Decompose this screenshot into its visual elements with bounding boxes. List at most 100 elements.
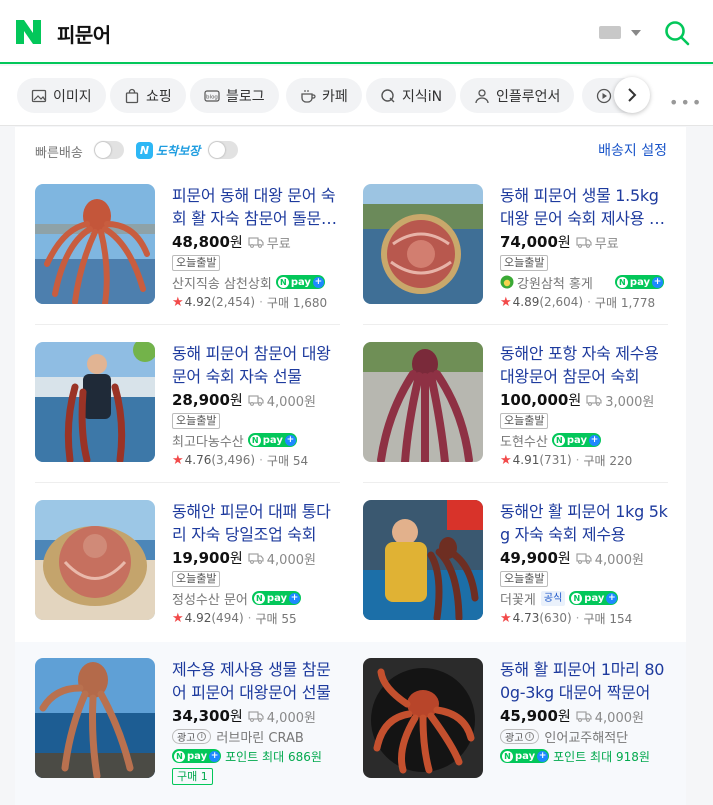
seller-name[interactable]: 도현수산	[500, 431, 548, 450]
seller-name[interactable]: 러브마린 CRAB	[216, 727, 303, 746]
tab-image[interactable]: 이미지	[17, 78, 106, 113]
naver-logo-icon[interactable]	[16, 20, 41, 44]
review-count[interactable]: (2,604)	[539, 295, 583, 309]
seller-name[interactable]: 더꽃게	[500, 589, 536, 608]
divider	[35, 482, 340, 483]
dot-separator: ·	[575, 453, 580, 467]
purchase-count: 구매 220	[583, 453, 633, 468]
purchase-badge: 구매 1	[172, 768, 213, 785]
product-title[interactable]: 제수용 제사용 생물 참문어 피문어 대왕문어 선물	[172, 658, 342, 704]
review-count[interactable]: (3,496)	[211, 453, 255, 467]
kin-q-icon	[381, 88, 395, 102]
product-title[interactable]: 동해안 포항 자숙 제수용 대왕문어 참문어 숙회	[500, 342, 670, 388]
npay-badge: Npay +	[551, 433, 601, 447]
product-card[interactable]: 동해 피문어 생물 1.5kg 대왕 문어 숙회 제사용 선물세트 74,000…	[343, 184, 665, 324]
product-info: 동해안 활 피문어 1kg 5kg 자숙 숙회 제수용 49,900 원 4,00…	[500, 500, 670, 627]
product-image[interactable]	[363, 184, 483, 304]
purchase-count: 구매 54	[266, 453, 309, 468]
product-image[interactable]	[35, 500, 155, 620]
seller-name[interactable]: 산지직송 삼천상회	[172, 273, 272, 292]
seller-row: 산지직송 삼천상회 Npay +	[172, 273, 342, 292]
tab-shopping[interactable]: 쇼핑	[110, 78, 186, 113]
review-count[interactable]: (630)	[539, 611, 571, 625]
chevron-down-icon[interactable]	[631, 30, 641, 36]
truck-icon	[248, 553, 264, 564]
product-image[interactable]	[35, 342, 155, 462]
play-icon	[596, 88, 612, 103]
product-info: 동해 피문어 참문어 대왕 문어 숙회 자숙 선물 28,900 원 4,000원…	[172, 342, 342, 469]
search-icon[interactable]	[664, 20, 690, 46]
search-query[interactable]: 피문어	[57, 19, 111, 48]
seller-name[interactable]: 최고다농수산	[172, 431, 244, 450]
tab-kin[interactable]: 지식iN	[366, 78, 457, 113]
star-icon: ★	[500, 610, 512, 626]
product-card[interactable]: 동해안 피문어 대패 통다리 자숙 당일조업 숙회 19,900 원 4,000원…	[15, 500, 331, 640]
npay-label: pay	[187, 750, 208, 762]
price-row: 19,900 원 4,000원	[172, 549, 342, 568]
ad-product-card[interactable]: 동해 활 피문어 1마리 800g-3kg 대문어 짝문어 45,900 원 4,…	[343, 658, 664, 798]
product-title[interactable]: 동해 피문어 참문어 대왕 문어 숙회 자숙 선물	[172, 342, 342, 388]
npay-n: N	[502, 750, 513, 762]
person-icon	[475, 88, 489, 103]
more-icon[interactable]: •••	[669, 93, 703, 112]
review-count[interactable]: (2,454)	[211, 295, 255, 309]
product-title[interactable]: 동해안 피문어 대패 통다리 자숙 당일조업 숙회	[172, 500, 342, 546]
rating: 4.91	[512, 453, 540, 467]
npay-n: N	[571, 592, 583, 604]
store-apple-icon	[500, 275, 514, 289]
product-title[interactable]: 동해 활 피문어 1마리 800g-3kg 대문어 짝문어	[500, 658, 670, 704]
official-badge: 공식	[540, 590, 566, 606]
price-unit: 원	[557, 551, 571, 567]
product-title[interactable]: 동해안 활 피문어 1kg 5kg 자숙 숙회 제수용	[500, 500, 670, 546]
arrival-guarantee-text: 도착보장	[156, 143, 201, 158]
review-count[interactable]: (731)	[539, 453, 571, 467]
octopus-photo-icon	[35, 658, 155, 778]
npay-label: pay	[515, 750, 536, 762]
npay-plus: +	[606, 592, 618, 604]
review-count[interactable]: (494)	[211, 611, 243, 625]
product-image[interactable]	[363, 658, 483, 778]
seller-name[interactable]: 정성수산 문어	[172, 589, 248, 608]
shopping-bag-icon	[125, 88, 139, 103]
info-icon: i	[525, 731, 535, 741]
seller-name[interactable]: 강원삼척 홍게	[517, 273, 593, 292]
search-header: 피문어	[0, 0, 713, 64]
product-card[interactable]: 동해 피문어 참문어 대왕 문어 숙회 자숙 선물 28,900 원 4,000원…	[15, 342, 331, 482]
product-image[interactable]	[35, 184, 155, 304]
tab-cafe[interactable]: 카페	[286, 78, 362, 113]
product-card[interactable]: 피문어 동해 대왕 문어 숙회 활 자숙 참문어 돌문어 자연산 통발 수산물 …	[15, 184, 336, 324]
seller-name[interactable]: 인어교주해적단	[544, 727, 628, 746]
product-image[interactable]	[35, 658, 155, 778]
price-unit: 원	[229, 551, 243, 567]
ad-badge[interactable]: 광고 i	[172, 728, 212, 744]
tab-blog[interactable]: blog 블로그	[190, 78, 279, 113]
tab-influencer[interactable]: 인플루언서	[460, 78, 575, 113]
ad-product-card[interactable]: 제수용 제사용 생물 참문어 피문어 대왕문어 선물 34,300 원 4,000…	[15, 658, 331, 798]
price: 28,900	[172, 391, 230, 409]
product-title[interactable]: 동해 피문어 생물 1.5kg 대왕 문어 숙회 제사용 선물세트	[500, 184, 670, 230]
dot-separator: ·	[575, 611, 580, 625]
product-image[interactable]	[363, 342, 483, 462]
today-ship-badge: 오늘출발	[172, 413, 221, 429]
ad-badge[interactable]: 광고 i	[500, 728, 540, 744]
seller-row: 최고다농수산 Npay +	[172, 431, 342, 450]
price: 19,900	[172, 549, 230, 567]
product-card[interactable]: 동해안 활 피문어 1kg 5kg 자숙 숙회 제수용 49,900 원 4,00…	[343, 500, 668, 640]
tab-label: 인플루언서	[496, 88, 561, 105]
purchase-count: 구매 1,778	[594, 295, 656, 310]
arrival-guarantee-toggle[interactable]	[208, 141, 238, 159]
npay-badge: Npay +	[251, 591, 302, 605]
tabs-next-button[interactable]	[614, 77, 650, 113]
price-row: 49,900 원 4,000원	[500, 549, 670, 568]
npay-badge: Npay +	[172, 749, 222, 763]
product-image[interactable]	[363, 500, 483, 620]
fast-delivery-toggle[interactable]	[94, 141, 124, 159]
product-card[interactable]: 동해안 포항 자숙 제수용 대왕문어 참문어 숙회 100,000 원 3,000…	[343, 342, 659, 482]
shipping-address-setting-link[interactable]: 배송지 설정	[598, 140, 667, 160]
rating: 4.92	[184, 295, 212, 309]
filter-row: 빠른배송 N 도착보장 배송지 설정	[15, 127, 686, 171]
dot-separator: ·	[247, 611, 252, 625]
product-title[interactable]: 피문어 동해 대왕 문어 숙회 활 자숙 참문어 돌문어 자연산 통발 수산물 …	[172, 184, 342, 230]
rating-row: ★ 4.91 (731) · 구매 220	[500, 451, 670, 469]
keyboard-icon[interactable]	[599, 26, 621, 39]
